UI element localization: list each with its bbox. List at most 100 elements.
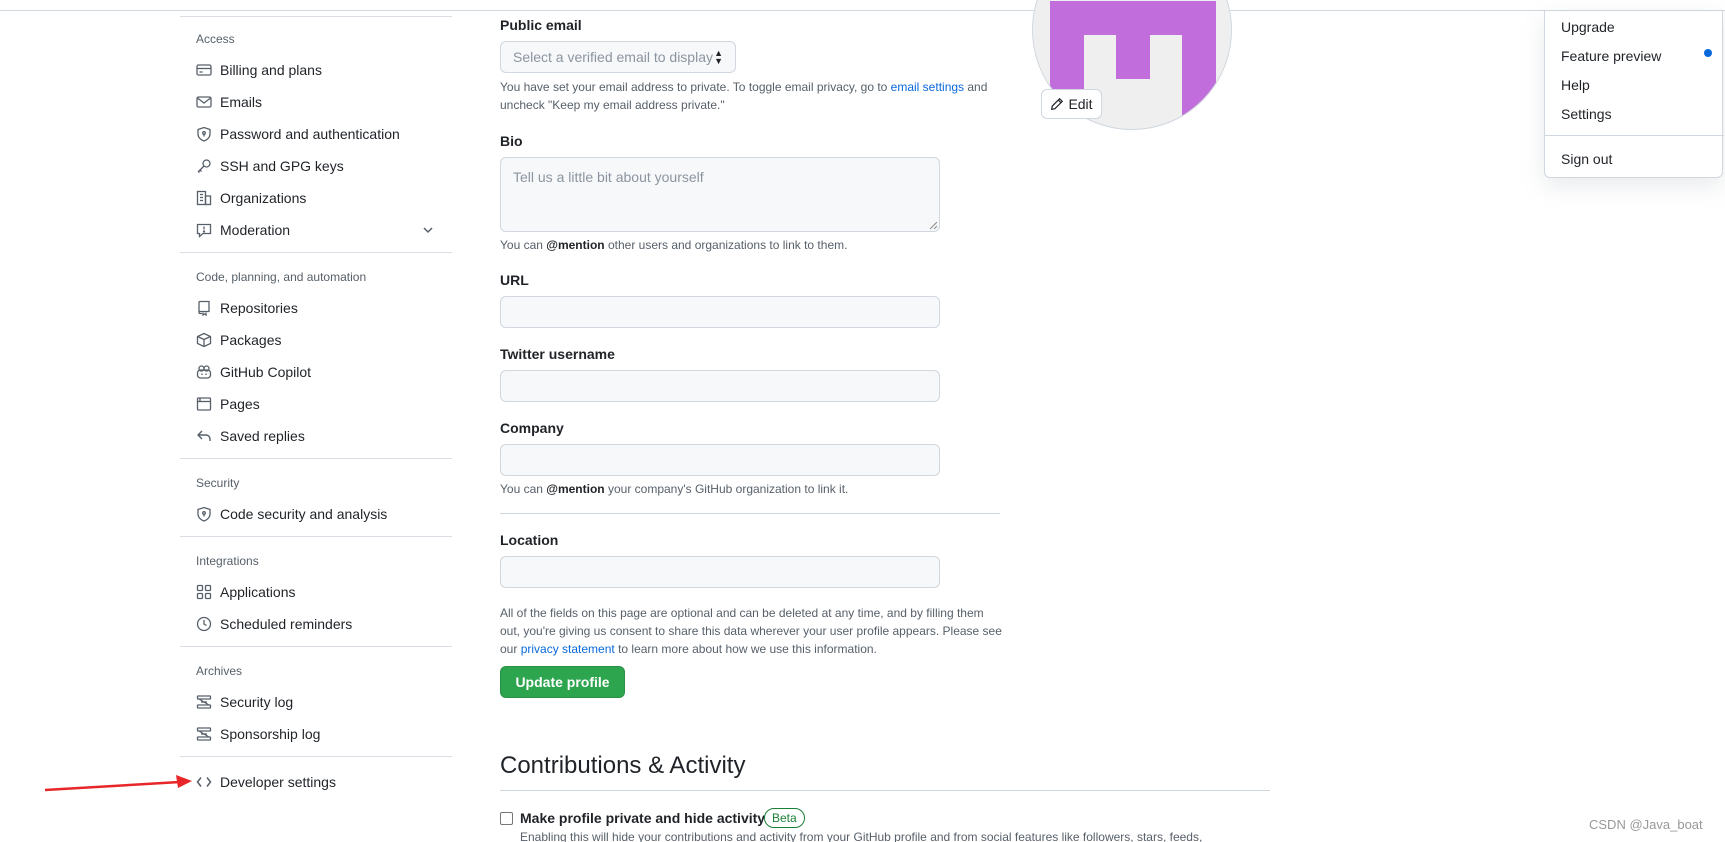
user-dropdown-menu: Upgrade Feature preview Help Settings Si… (1544, 11, 1724, 178)
browser-icon (196, 396, 212, 412)
menu-item-sign-out[interactable]: Sign out (1561, 151, 1612, 167)
shield-lock-icon (196, 126, 212, 142)
sidebar-item-label: SSH and GPG keys (220, 158, 344, 174)
location-input[interactable] (500, 556, 940, 588)
sidebar-item-label: Scheduled reminders (220, 616, 353, 632)
annotation-arrow (44, 775, 192, 792)
apps-icon (196, 584, 212, 600)
sidebar-heading-security: Security (196, 476, 240, 490)
sidebar-item-copilot[interactable]: GitHub Copilot (180, 357, 452, 387)
privacy-statement-link[interactable]: privacy statement (521, 642, 615, 656)
sidebar-heading-code: Code, planning, and automation (196, 270, 367, 284)
sidebar-item-label: Repositories (220, 300, 298, 316)
sidebar-item-label: Security log (220, 694, 294, 710)
watermark: CSDN @Java_boat (1589, 817, 1703, 832)
sidebar-item-label: Saved replies (220, 428, 305, 444)
menu-item-help[interactable]: Help (1561, 77, 1590, 93)
sidebar-item-sponsorship-log[interactable]: Sponsorship log (180, 719, 452, 749)
private-profile-label: Make profile private and hide activity (520, 810, 766, 826)
private-profile-checkbox[interactable] (500, 812, 513, 825)
beta-badge: Beta (764, 808, 805, 828)
sidebar-divider (180, 756, 452, 757)
bio-help: You can @mention other users and organiz… (500, 238, 848, 252)
sidebar-item-label: Moderation (220, 222, 291, 238)
log-icon (196, 694, 212, 710)
twitter-username-input[interactable] (500, 370, 940, 402)
company-help: You can @mention your company's GitHub o… (500, 482, 849, 496)
sidebar-item-scheduled-reminders[interactable]: Scheduled reminders (180, 609, 452, 639)
company-label: Company (500, 420, 564, 436)
sidebar-item-saved-replies[interactable]: Saved replies (180, 421, 452, 451)
sidebar-item-billing[interactable]: Billing and plans (180, 55, 452, 85)
public-email-select[interactable]: Select a verified email to display ▲ ▼ (500, 41, 736, 73)
edit-avatar-label: Edit (1068, 96, 1093, 112)
sidebar-item-applications[interactable]: Applications (180, 577, 452, 607)
sidebar-item-label: Emails (220, 94, 263, 110)
update-profile-button[interactable]: Update profile (500, 666, 625, 698)
reply-icon (196, 428, 212, 444)
organization-icon (196, 190, 212, 206)
header-border (0, 0, 1725, 11)
contributions-heading: Contributions & Activity (500, 752, 746, 779)
pencil-icon (1051, 97, 1064, 110)
resize-handle-icon[interactable] (929, 221, 938, 230)
sidebar-item-ssh-keys[interactable]: SSH and GPG keys (180, 151, 452, 181)
edit-avatar-button[interactable]: Edit (1041, 89, 1102, 119)
section-divider (500, 790, 1270, 791)
sidebar-divider (180, 458, 452, 459)
sidebar-item-code-security[interactable]: Code security and analysis (180, 499, 452, 529)
sidebar-item-packages[interactable]: Packages (180, 325, 452, 355)
public-email-select-value: Select a verified email to display (513, 49, 713, 65)
package-icon (196, 332, 212, 348)
sidebar-item-password[interactable]: Password and authentication (180, 119, 452, 149)
log-icon (196, 726, 212, 742)
menu-item-upgrade[interactable]: Upgrade (1561, 19, 1615, 35)
sidebar-heading-integrations: Integrations (196, 554, 259, 568)
sidebar-item-label: Organizations (220, 190, 307, 206)
location-label: Location (500, 532, 559, 548)
sidebar-item-moderation[interactable]: Moderation (180, 215, 452, 245)
public-email-help: You have set your email address to priva… (500, 80, 988, 112)
sidebar-item-label: Packages (220, 332, 282, 348)
sidebar-item-label: Password and authentication (220, 126, 400, 142)
bio-textarea[interactable]: Tell us a little bit about yourself (500, 157, 940, 232)
sidebar-item-emails[interactable]: Emails (180, 87, 452, 117)
sidebar-item-label: Applications (220, 584, 296, 600)
menu-item-settings[interactable]: Settings (1561, 106, 1612, 122)
sidebar-heading-access: Access (196, 32, 235, 46)
sidebar-item-label: Billing and plans (220, 62, 322, 78)
sidebar-item-security-log[interactable]: Security log (180, 687, 452, 717)
sidebar-item-repositories[interactable]: Repositories (180, 293, 452, 323)
sidebar-item-label: Developer settings (220, 774, 336, 790)
sidebar-divider (180, 16, 452, 17)
url-input[interactable] (500, 296, 940, 328)
sidebar-divider (180, 646, 452, 647)
sidebar-item-label: GitHub Copilot (220, 364, 312, 380)
repo-icon (196, 300, 212, 316)
privacy-note: All of the fields on this page are optio… (500, 606, 1002, 656)
sidebar-divider (180, 536, 452, 537)
email-settings-link[interactable]: email settings (891, 80, 964, 94)
twitter-label: Twitter username (500, 346, 615, 362)
chevron-down-icon[interactable] (420, 222, 436, 238)
copilot-icon (196, 364, 212, 380)
select-caret-icon: ▲ ▼ (714, 48, 723, 66)
credit-card-icon (196, 62, 212, 78)
menu-item-feature-preview[interactable]: Feature preview (1561, 48, 1661, 64)
sidebar-item-organizations[interactable]: Organizations (180, 183, 452, 213)
clock-icon (196, 616, 212, 632)
sidebar-heading-archives: Archives (196, 664, 243, 678)
url-label: URL (500, 272, 529, 288)
sidebar-divider (180, 252, 452, 253)
sidebar-item-label: Code security and analysis (220, 506, 388, 522)
key-icon (196, 158, 212, 174)
sidebar-item-label: Sponsorship log (220, 726, 321, 742)
sidebar-item-label: Pages (220, 396, 260, 412)
sidebar-item-developer-settings[interactable]: Developer settings (180, 767, 452, 797)
mail-icon (196, 94, 212, 110)
company-input[interactable] (500, 444, 940, 476)
form-divider (500, 513, 1000, 514)
sidebar-item-pages[interactable]: Pages (180, 389, 452, 419)
bio-label: Bio (500, 133, 523, 149)
report-icon (196, 222, 212, 238)
